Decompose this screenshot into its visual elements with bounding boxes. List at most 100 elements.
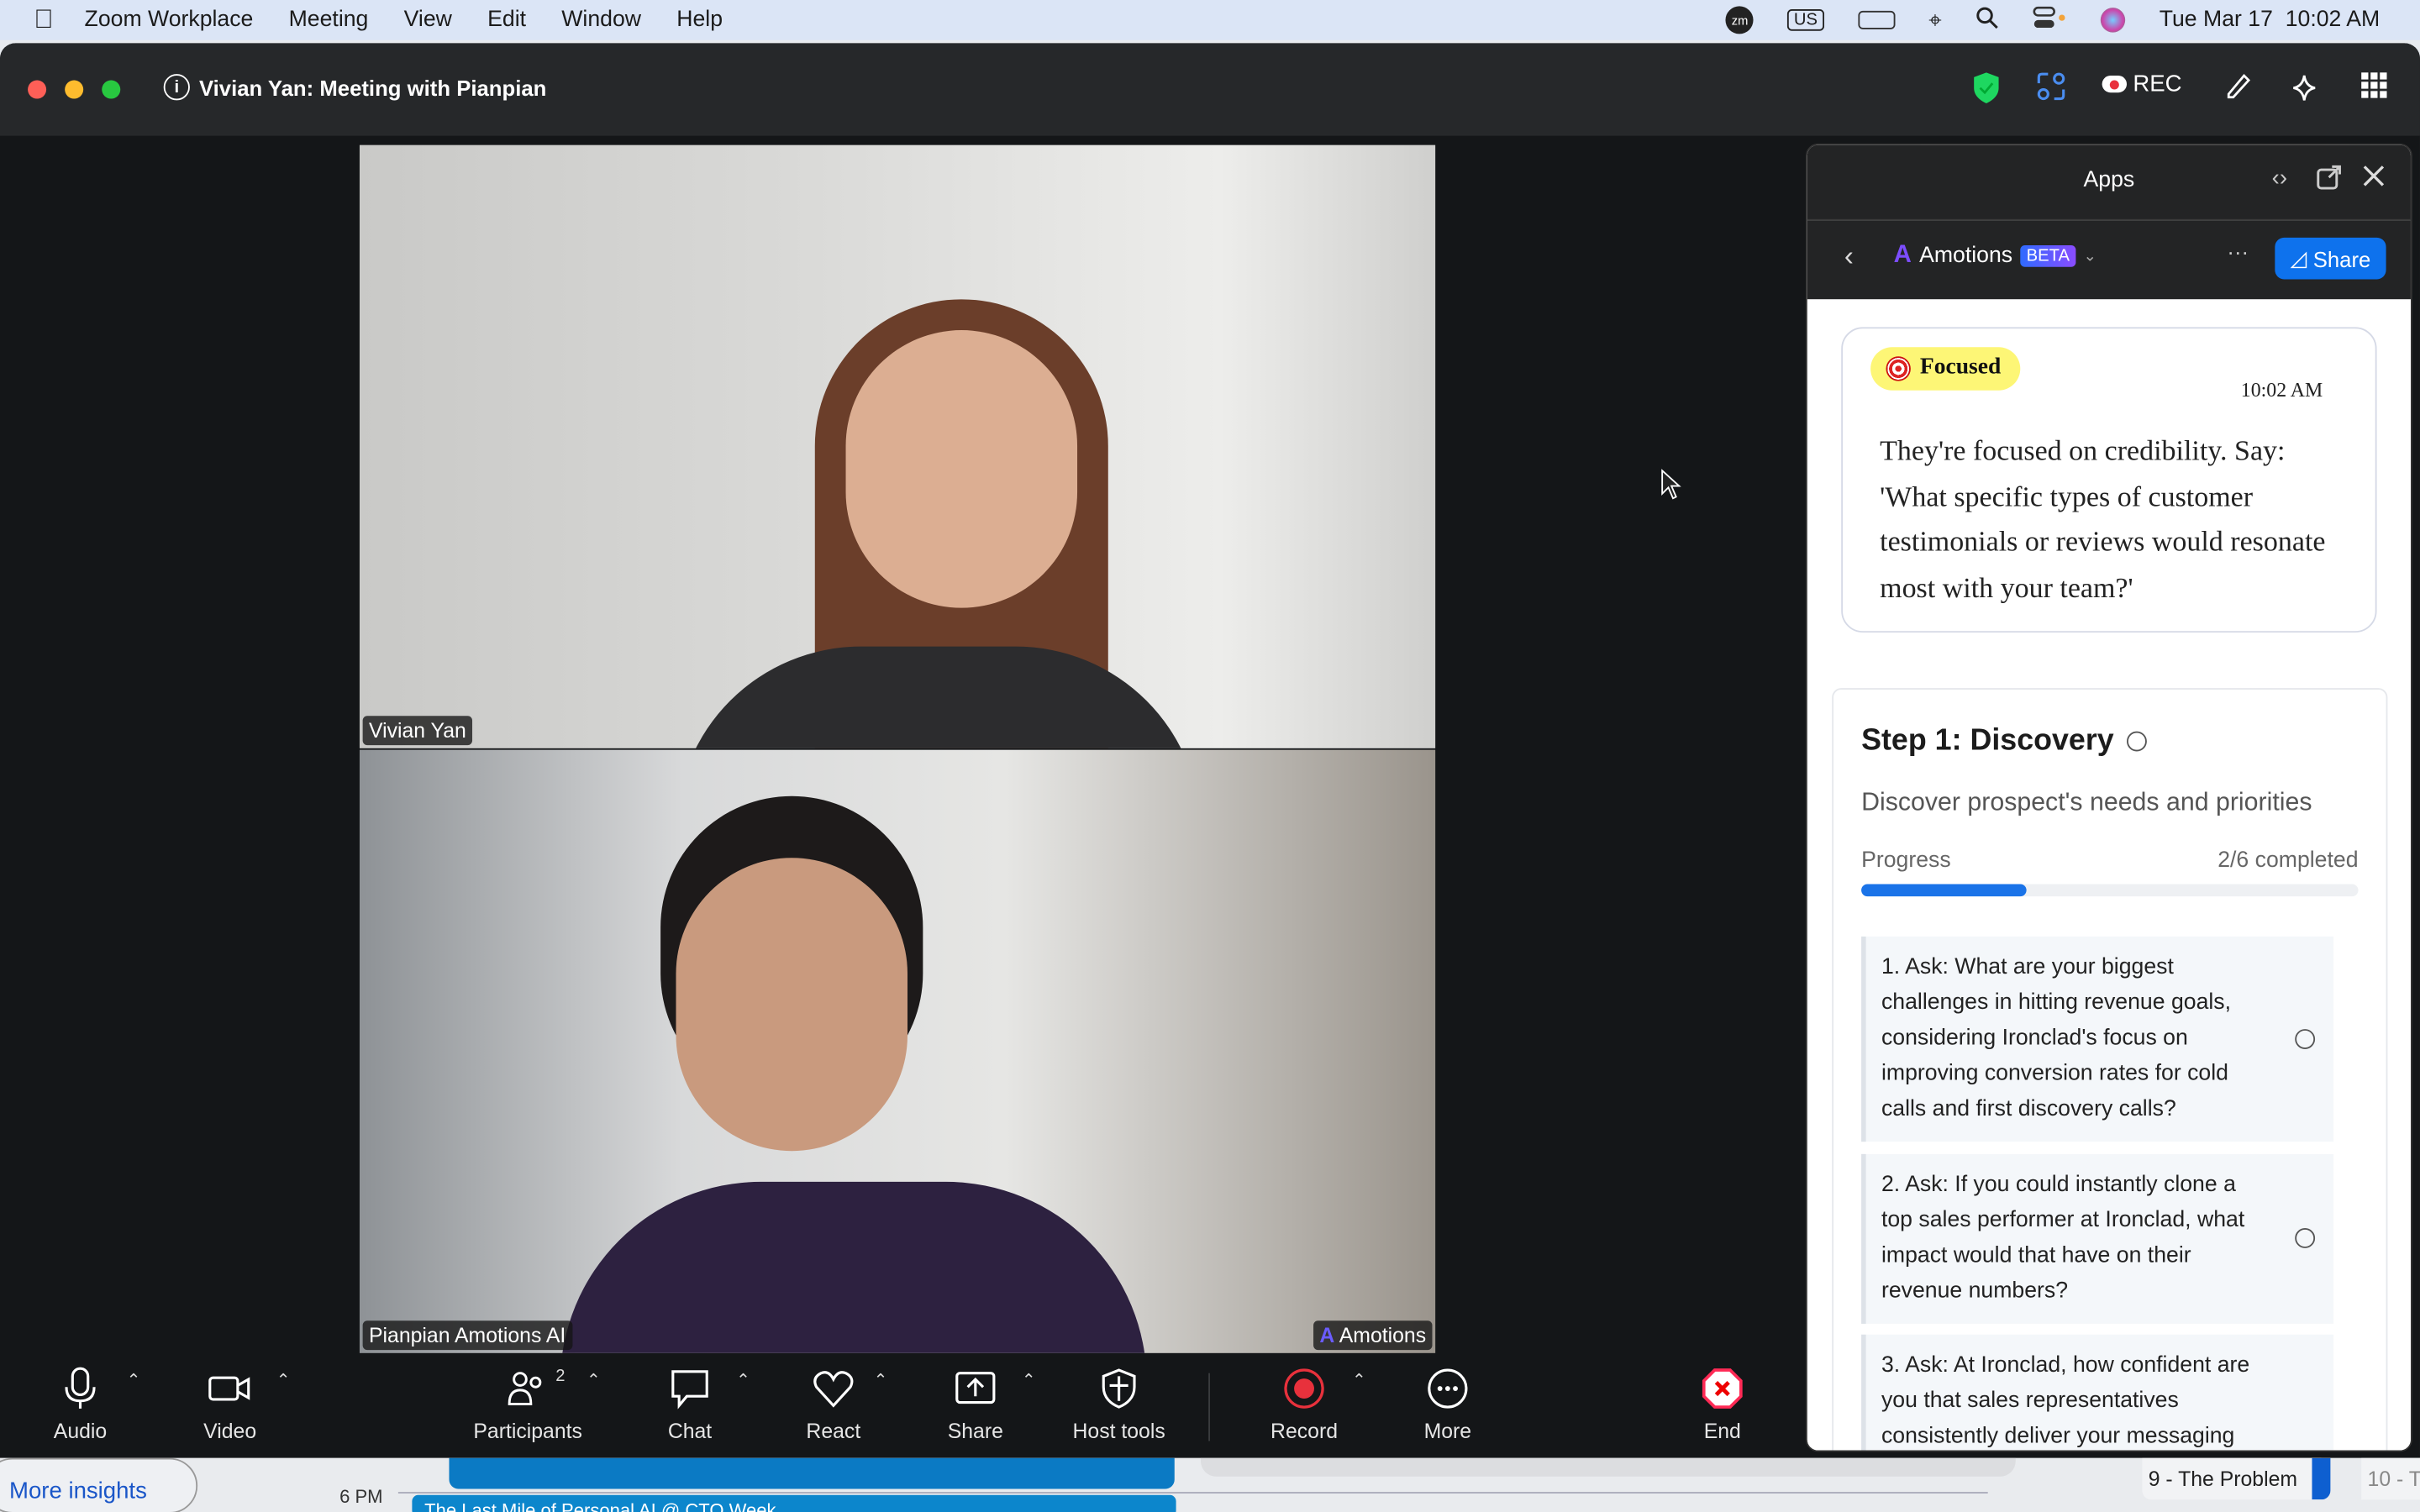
search-icon[interactable] bbox=[1975, 5, 1999, 34]
slide-thumbnail-9[interactable]: 9 - The Problem bbox=[2142, 1458, 2330, 1500]
ai-companion-sparkle-icon[interactable] bbox=[2291, 71, 2322, 109]
video-options-caret[interactable]: ⌃ bbox=[276, 1370, 291, 1390]
participant-name-label: Pianpian Amotions AI bbox=[363, 1320, 572, 1350]
camera-icon bbox=[208, 1367, 251, 1410]
apps-grid-icon[interactable] bbox=[2360, 71, 2387, 106]
calendar-event-block[interactable] bbox=[449, 1458, 1174, 1489]
apps-connect-icon[interactable] bbox=[2036, 71, 2067, 109]
progress-label: Progress bbox=[1861, 848, 1951, 873]
progress-fill bbox=[1861, 884, 2027, 896]
progress-bar bbox=[1861, 884, 2358, 896]
emotion-card: Focused 10:02 AM They're focused on cred… bbox=[1841, 327, 2376, 633]
meeting-toolbar: Audio ⌃ Video ⌃ Participants 2 ⌃ Chat ⌃ … bbox=[0, 1357, 1806, 1457]
more-icon bbox=[1426, 1367, 1469, 1410]
clock-icon[interactable] bbox=[2295, 1028, 2315, 1048]
question-item[interactable]: 3. Ask: At Ironclad, how confident are y… bbox=[1861, 1335, 2333, 1452]
cloud-rec-indicator[interactable]: REC bbox=[2102, 71, 2182, 97]
record-options-caret[interactable]: ⌃ bbox=[1352, 1370, 1366, 1390]
clock[interactable]: Tue Mar 17 10:02 AM bbox=[2160, 8, 2381, 32]
title-bar: i Vivian Yan: Meeting with Pianpian REC bbox=[0, 43, 2420, 135]
menu-help[interactable]: Help bbox=[676, 8, 723, 32]
battery-icon[interactable] bbox=[1858, 11, 1895, 29]
step-title: Step 1: Discovery bbox=[1861, 723, 2114, 759]
apple-icon[interactable]:  bbox=[34, 5, 53, 36]
emotion-badge: Focused bbox=[1870, 347, 2019, 390]
shield-icon bbox=[1097, 1367, 1140, 1410]
record-icon bbox=[1282, 1367, 1325, 1410]
heart-icon bbox=[812, 1367, 855, 1410]
code-embed-icon[interactable]: ‹› bbox=[2272, 165, 2287, 192]
menu-edit[interactable]: Edit bbox=[487, 8, 526, 32]
amotions-logo-icon: A bbox=[1319, 1324, 1334, 1347]
meeting-title: Vivian Yan: Meeting with Pianpian bbox=[199, 75, 546, 99]
time-label: 6 PM bbox=[339, 1486, 382, 1508]
app-name: Amotions bbox=[1919, 244, 2012, 268]
toolbar-divider bbox=[1208, 1373, 1210, 1441]
end-meeting-button[interactable]: End bbox=[1653, 1357, 1791, 1442]
video-tile-vivian[interactable]: Vivian Yan bbox=[360, 145, 1435, 748]
clock-icon[interactable] bbox=[2295, 1228, 2315, 1248]
amotions-logo-icon: A bbox=[1894, 242, 1912, 270]
chevron-down-icon: ⌄ bbox=[2083, 248, 2096, 265]
back-chevron-icon[interactable]: ‹ bbox=[1844, 241, 1854, 274]
zoom-status-icon[interactable]: zm bbox=[1726, 6, 1754, 34]
wifi-icon[interactable]: ⌖ bbox=[1928, 7, 1942, 33]
menu-view[interactable]: View bbox=[404, 8, 452, 32]
zoom-meeting-window: i Vivian Yan: Meeting with Pianpian REC V… bbox=[0, 43, 2420, 1457]
clock-icon[interactable] bbox=[2126, 732, 2146, 752]
progress-count: 2/6 completed bbox=[2217, 848, 2358, 873]
question-item[interactable]: 2. Ask: If you could instantly clone a t… bbox=[1861, 1154, 2333, 1324]
question-item[interactable]: 1. Ask: What are your biggest challenges… bbox=[1861, 937, 2333, 1142]
more-insights-link[interactable]: More insights bbox=[9, 1478, 147, 1504]
participants-button[interactable]: Participants bbox=[459, 1357, 597, 1442]
siri-icon[interactable] bbox=[2101, 8, 2125, 32]
apps-panel: Apps ‹› ‹ A Amotions BETA ⌄ ··· ◿Share F… bbox=[1806, 144, 2412, 1452]
participant-name-label: Vivian Yan bbox=[363, 716, 473, 745]
security-shield-icon[interactable] bbox=[1971, 71, 2002, 113]
beta-badge: BETA bbox=[2020, 245, 2075, 267]
pop-out-icon[interactable] bbox=[2317, 165, 2341, 198]
react-options-caret[interactable]: ⌃ bbox=[874, 1370, 888, 1390]
step-card: Step 1: Discovery Discover prospect's ne… bbox=[1832, 688, 2387, 1452]
send-icon: ◿ bbox=[2291, 245, 2307, 271]
slide-thumbnail-10[interactable]: 10 - T bbox=[2361, 1458, 2420, 1500]
participants-options-caret[interactable]: ⌃ bbox=[587, 1370, 601, 1390]
chat-icon bbox=[668, 1367, 711, 1410]
more-button[interactable]: More bbox=[1378, 1357, 1517, 1442]
control-center-icon[interactable] bbox=[2033, 5, 2066, 34]
share-options-caret[interactable]: ⌃ bbox=[1022, 1370, 1036, 1390]
input-source[interactable]: US bbox=[1788, 9, 1824, 31]
emotion-time: 10:02 AM bbox=[2241, 378, 2323, 402]
fullscreen-window-button[interactable] bbox=[102, 81, 120, 99]
menu-bar:  Zoom Workplace Meeting View Edit Windo… bbox=[0, 0, 2420, 40]
annotate-pencil-icon[interactable] bbox=[2224, 71, 2252, 109]
amotions-content[interactable]: Focused 10:02 AM They're focused on cred… bbox=[1807, 299, 2411, 1452]
minimize-window-button[interactable] bbox=[65, 81, 83, 99]
rec-label: REC bbox=[2133, 71, 2181, 97]
menu-meeting[interactable]: Meeting bbox=[289, 8, 369, 32]
mouse-cursor-icon bbox=[1660, 469, 1682, 500]
host-tools-button[interactable]: Host tools bbox=[1050, 1357, 1188, 1442]
audio-options-caret[interactable]: ⌃ bbox=[127, 1370, 141, 1390]
info-icon[interactable]: i bbox=[164, 74, 190, 100]
target-dart-icon bbox=[1886, 355, 1910, 380]
app-selector[interactable]: A Amotions BETA ⌄ bbox=[1894, 242, 2096, 270]
microphone-icon bbox=[61, 1367, 98, 1410]
chat-options-caret[interactable]: ⌃ bbox=[736, 1370, 750, 1390]
end-x-icon bbox=[1701, 1367, 1744, 1410]
emotion-suggestion: They're focused on credibility. Say: 'Wh… bbox=[1880, 430, 2343, 612]
calendar-event[interactable]: The Last Mile of Personal AI @ CTO Week bbox=[412, 1495, 1176, 1512]
video-tile-pianpian[interactable]: Pianpian Amotions AI AAmotions bbox=[360, 750, 1435, 1353]
share-app-button[interactable]: ◿Share bbox=[2275, 238, 2386, 280]
participants-count: 2 bbox=[555, 1367, 565, 1385]
close-panel-icon[interactable] bbox=[2363, 165, 2385, 195]
participants-icon bbox=[506, 1367, 549, 1410]
step-subtitle: Discover prospect's needs and priorities bbox=[1861, 789, 2312, 818]
more-options-icon[interactable]: ··· bbox=[2227, 239, 2249, 264]
close-window-button[interactable] bbox=[28, 81, 46, 99]
menu-window[interactable]: Window bbox=[561, 8, 641, 32]
amotions-overlay-label: AAmotions bbox=[1313, 1320, 1432, 1350]
share-screen-icon bbox=[954, 1367, 997, 1410]
menu-app[interactable]: Zoom Workplace bbox=[85, 8, 254, 32]
background-desktop: More insights 6 PM The Last Mile of Pers… bbox=[0, 1458, 2420, 1512]
